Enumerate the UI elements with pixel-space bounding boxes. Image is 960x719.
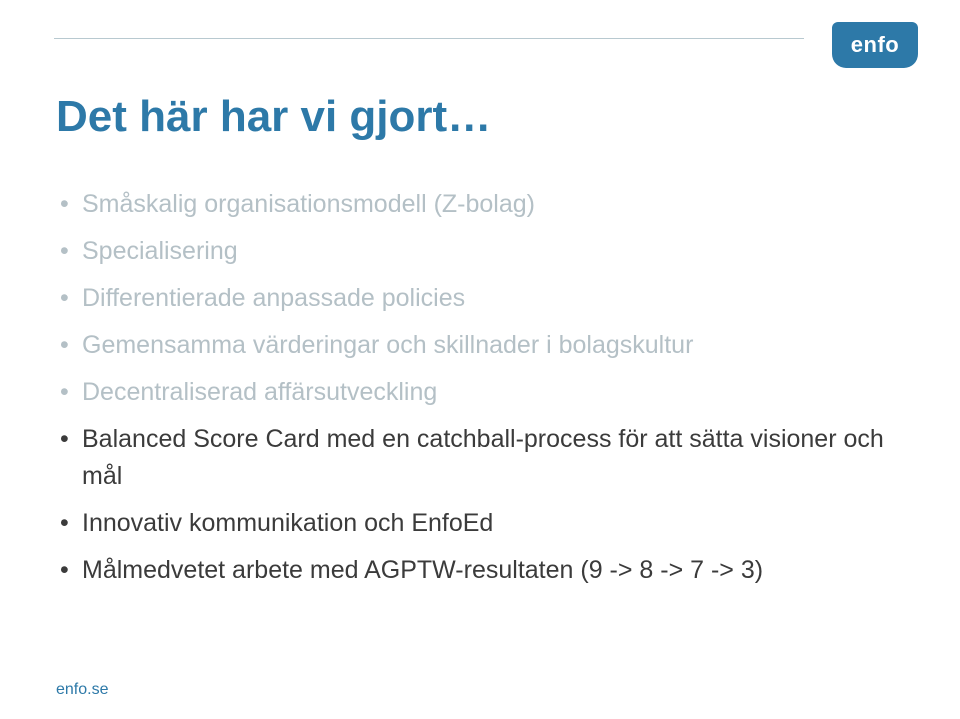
list-item: Balanced Score Card med en catchball-pro… (58, 421, 904, 495)
bullet-list: Småskalig organisationsmodell (Z-bolag) … (56, 186, 904, 589)
brand-logo: enfo (832, 22, 918, 68)
list-item: Differentierade anpassade policies (58, 280, 904, 317)
list-item: Innovativ kommunikation och EnfoEd (58, 505, 904, 542)
slide-title: Det här har vi gjort… (56, 92, 904, 142)
list-item: Småskalig organisationsmodell (Z-bolag) (58, 186, 904, 223)
list-item: Decentraliserad affärsutveckling (58, 374, 904, 411)
list-item: Målmedvetet arbete med AGPTW-resultaten … (58, 552, 904, 589)
list-item: Gemensamma värderingar och skillnader i … (58, 327, 904, 364)
brand-logo-text: enfo (851, 32, 899, 58)
slide-content: Det här har vi gjort… Småskalig organisa… (56, 92, 904, 599)
footer-url: enfo.se (56, 681, 108, 699)
list-item: Specialisering (58, 233, 904, 270)
header-divider (54, 38, 804, 39)
